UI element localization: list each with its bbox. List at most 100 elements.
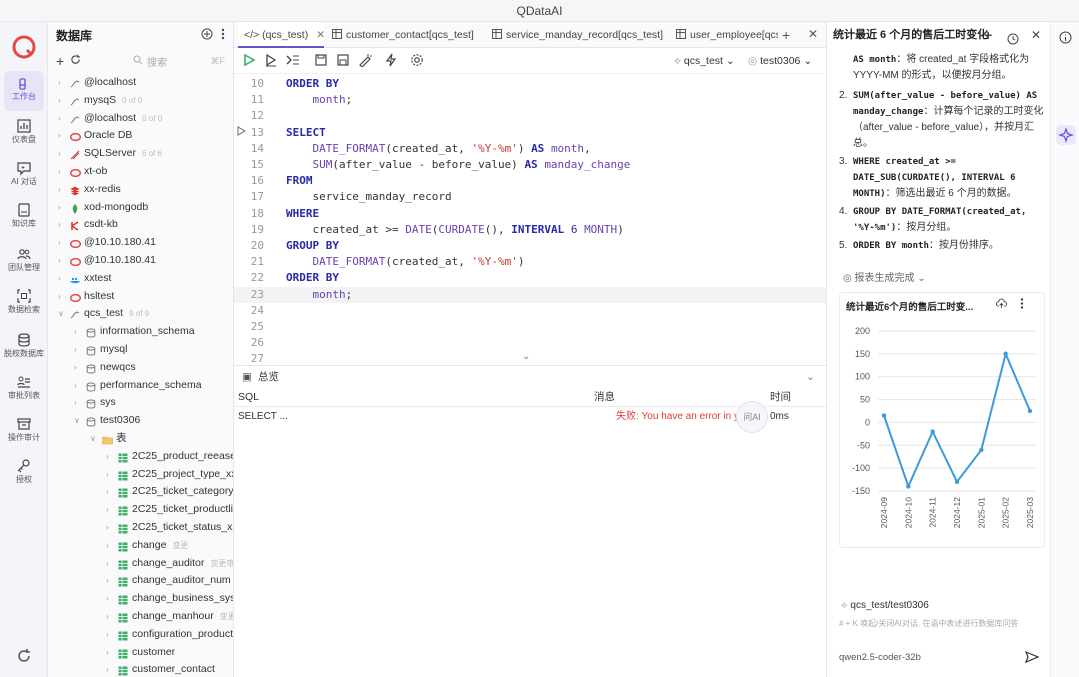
chevron-right-icon[interactable]: ›: [58, 145, 61, 163]
rail-item-0[interactable]: 工作台: [4, 71, 44, 111]
rail-item-7[interactable]: 审批列表: [4, 370, 44, 410]
chevron-right-icon[interactable]: ›: [58, 234, 61, 252]
code-line[interactable]: 24: [234, 303, 826, 319]
code-line[interactable]: 20 GROUP BY: [234, 238, 826, 254]
tree-item[interactable]: › change_auditor_num: [48, 572, 233, 590]
tree-item[interactable]: › mysql: [48, 341, 233, 359]
chevron-right-icon[interactable]: ›: [58, 288, 61, 306]
new-chat-icon[interactable]: +: [984, 22, 992, 48]
chevron-right-icon[interactable]: ›: [74, 323, 77, 341]
rail-item-8[interactable]: 操作审计: [4, 412, 44, 452]
chevron-right-icon[interactable]: ›: [106, 537, 109, 555]
editor-tab[interactable]: </> (qcs_test) ✕: [238, 22, 324, 48]
chevron-right-icon[interactable]: ›: [106, 501, 109, 519]
code-area[interactable]: 10 ORDER BY 11 month; 12 13 SELECT 14 DATE_FOR…: [234, 74, 826, 366]
ai-optimize-icon[interactable]: [384, 53, 400, 69]
close-panel-icon[interactable]: ✕: [808, 27, 818, 41]
chevron-down-icon[interactable]: ∨: [74, 412, 80, 430]
collapse-result-icon[interactable]: ⌄: [806, 366, 815, 388]
settings-icon[interactable]: [410, 53, 426, 69]
chevron-down-icon[interactable]: ∨: [90, 430, 96, 448]
table-row[interactable]: SELECT ... 失败: You have an error in yo 问…: [234, 401, 826, 433]
tree-item[interactable]: › @localhost: [48, 74, 233, 92]
code-line[interactable]: 16 FROM: [234, 173, 826, 189]
chevron-right-icon[interactable]: ›: [74, 359, 77, 377]
rail-item-6[interactable]: 脱权数据库: [4, 328, 44, 368]
chat-input-box[interactable]: ⟡ qcs_test/test0306 # + K 唤起/关闭AI对话, 在语中…: [839, 596, 1045, 670]
connection-select[interactable]: ⟡ qcs_test ⌄: [674, 48, 735, 74]
tree-item[interactable]: › SQLServer 6 of 6: [48, 145, 233, 163]
chevron-right-icon[interactable]: ›: [58, 270, 61, 288]
chevron-right-icon[interactable]: ›: [58, 127, 61, 145]
run-gutter-icon[interactable]: [236, 125, 247, 139]
code-line[interactable]: 21 DATE_FORMAT(created_at, '%Y-%m'): [234, 254, 826, 270]
chevron-right-icon[interactable]: ›: [106, 590, 109, 608]
code-line[interactable]: 18 WHERE: [234, 206, 826, 222]
code-line[interactable]: 22 ORDER BY: [234, 270, 826, 286]
tree-item[interactable]: › change_auditor 变更审: [48, 555, 233, 573]
refresh-icon[interactable]: [16, 648, 32, 664]
chevron-right-icon[interactable]: ›: [58, 216, 61, 234]
code-line[interactable]: 26: [234, 335, 826, 351]
database-select[interactable]: ◎ test0306 ⌄: [748, 48, 812, 74]
code-line[interactable]: 19 created_at >= DATE(CURDATE(), INTERVA…: [234, 222, 826, 238]
tree-item[interactable]: › 2C25_project_type_xxf: [48, 466, 233, 484]
model-select[interactable]: qwen2.5-coder-32b: [839, 652, 921, 663]
chevron-right-icon[interactable]: ›: [106, 466, 109, 484]
tree-item[interactable]: › mysqS 0 of 0: [48, 92, 233, 110]
explain-icon[interactable]: [286, 53, 302, 69]
chevron-right-icon[interactable]: ›: [106, 661, 109, 677]
save-icon[interactable]: [314, 53, 330, 69]
editor-tab[interactable]: service_manday_record[qcs_test]✕: [486, 22, 666, 48]
tree-item[interactable]: ∨ test0306: [48, 412, 233, 430]
rail-item-3[interactable]: 知识库: [4, 198, 44, 238]
code-line[interactable]: 12: [234, 108, 826, 124]
code-line[interactable]: 11 month;: [234, 92, 826, 108]
tree-item[interactable]: › csdt-kb: [48, 216, 233, 234]
add-icon[interactable]: +: [56, 53, 64, 69]
rail-item-2[interactable]: AI 对话: [4, 156, 44, 196]
tree-item[interactable]: › performance_schema: [48, 377, 233, 395]
code-line[interactable]: 10 ORDER BY: [234, 76, 826, 92]
editor-tab[interactable]: customer_contact[qcs_test]✕: [326, 22, 482, 48]
tree-item[interactable]: › xx-redis: [48, 181, 233, 199]
data-point[interactable]: [954, 479, 960, 485]
chat-input[interactable]: # + K 唤起/关闭AI对话, 在语中表述进行数据库问答: [839, 618, 1045, 629]
tree-item[interactable]: › change 变更: [48, 537, 233, 555]
chevron-right-icon[interactable]: ›: [106, 555, 109, 573]
chevron-right-icon[interactable]: ›: [106, 626, 109, 644]
tree-item[interactable]: › customer: [48, 644, 233, 662]
app-logo[interactable]: [11, 34, 37, 60]
format-icon[interactable]: [358, 53, 374, 69]
chevron-right-icon[interactable]: ›: [58, 92, 61, 110]
chevron-right-icon[interactable]: ›: [58, 252, 61, 270]
tree-item[interactable]: › xt-ob: [48, 163, 233, 181]
tree-item[interactable]: › information_schema: [48, 323, 233, 341]
tree-item[interactable]: › @localhost 0 of 0: [48, 110, 233, 128]
report-status[interactable]: ◎ 报表生成完成 ⌄: [843, 269, 926, 284]
tree-item[interactable]: › xxtest: [48, 270, 233, 288]
tree-item[interactable]: › customer_contact: [48, 661, 233, 677]
context-chip[interactable]: ⟡ qcs_test/test0306: [841, 600, 929, 611]
tree-item[interactable]: › xod-mongodb: [48, 199, 233, 217]
data-point[interactable]: [906, 484, 911, 489]
chevron-right-icon[interactable]: ›: [106, 519, 109, 537]
chevron-right-icon[interactable]: ›: [106, 644, 109, 662]
chevron-right-icon[interactable]: ›: [58, 163, 61, 181]
rail-item-1[interactable]: 仪表盘: [4, 114, 44, 154]
tree-item[interactable]: › 2C25_ticket_category_: [48, 483, 233, 501]
chevron-right-icon[interactable]: ›: [74, 377, 77, 395]
chevron-right-icon[interactable]: ›: [106, 448, 109, 466]
tree-item[interactable]: › 2C25_ticket_status_xxl: [48, 519, 233, 537]
data-point[interactable]: [1003, 351, 1008, 357]
tree-item[interactable]: › @10.10.180.41: [48, 234, 233, 252]
tree-item[interactable]: › 2C25_product_reease_: [48, 448, 233, 466]
chevron-right-icon[interactable]: ›: [58, 199, 61, 217]
tab-overview[interactable]: 总览: [258, 366, 279, 388]
add-circle-icon[interactable]: [201, 28, 213, 43]
tree-item[interactable]: › change_business_syste: [48, 590, 233, 608]
more-vertical-icon[interactable]: [221, 28, 225, 43]
chevron-right-icon[interactable]: ›: [106, 572, 109, 590]
chevron-right-icon[interactable]: ›: [106, 483, 109, 501]
run-selected-icon[interactable]: [264, 53, 280, 69]
